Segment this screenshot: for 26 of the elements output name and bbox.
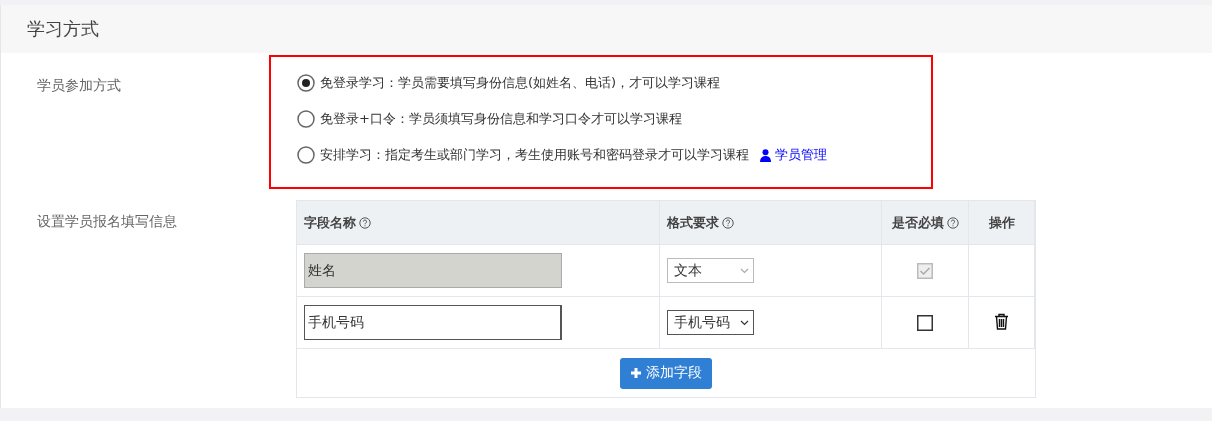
chevron-icon: [740, 267, 749, 274]
format-dropdown[interactable]: 手机号码: [667, 310, 754, 335]
trash-icon[interactable]: [994, 312, 1009, 330]
option-label[interactable]: 免登录+口令：学员须填写身份信息和学习口令才可以学习课程: [320, 110, 682, 128]
person-icon: [760, 148, 771, 162]
option-label[interactable]: 安排学习：指定考生或部门学习，考生使用账号和密码登录才可以学习课程: [320, 146, 749, 164]
section-title: 学习方式: [27, 17, 99, 41]
help-icon[interactable]: [359, 216, 371, 229]
radio-button[interactable]: [297, 74, 315, 92]
chevron-icon: [740, 319, 749, 326]
field-label: 学员参加方式: [37, 77, 121, 93]
column-header: 格式要求: [659, 201, 882, 245]
option-label[interactable]: 免登录学习：学员需要填写身份信息(如姓名、电话)，才可以学习课程: [320, 74, 721, 92]
input-field[interactable]: 手机号码: [304, 305, 562, 340]
column-header: 操作: [968, 201, 1035, 245]
plus-icon: [630, 367, 642, 379]
radio-button[interactable]: [297, 110, 315, 128]
manage-link[interactable]: 学员管理: [760, 146, 827, 164]
checkbox[interactable]: [917, 315, 933, 331]
column-header: 是否必填: [881, 201, 969, 245]
add-field-button[interactable]: 添加字段: [620, 357, 712, 389]
help-icon[interactable]: [722, 216, 734, 229]
radio-button[interactable]: [297, 146, 315, 164]
help-icon[interactable]: [946, 216, 959, 229]
field-label: 设置学员报名填写信息: [37, 213, 177, 229]
column-header: 字段名称: [297, 201, 660, 245]
